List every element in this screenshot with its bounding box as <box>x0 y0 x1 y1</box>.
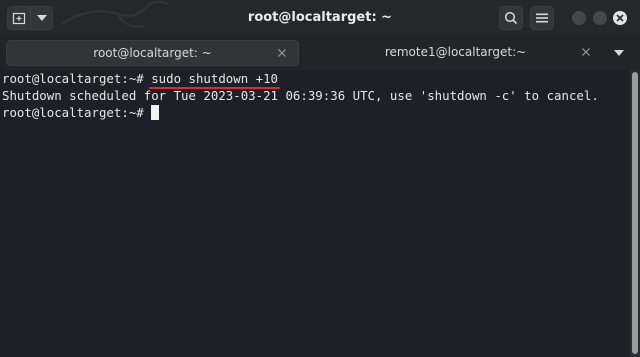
search-button[interactable] <box>499 6 523 30</box>
shell-prompt: root@localtarget:~# <box>2 105 152 120</box>
minimize-button[interactable] <box>572 11 586 25</box>
terminal-output[interactable]: root@localtarget:~# sudo shutdown +10 Sh… <box>0 70 630 357</box>
terminal-line: Shutdown scheduled for Tue 2023-03-21 06… <box>2 87 599 104</box>
tab-root-localtarget[interactable]: root@localtarget: ~ <box>6 40 299 66</box>
text-cursor <box>151 105 160 120</box>
terminal-line: root@localtarget:~# <box>2 104 160 121</box>
tabs-menu-chevron-icon[interactable] <box>614 49 624 57</box>
close-icon <box>616 14 624 22</box>
header-bar: root@localtarget: ~ <box>0 0 640 36</box>
terminal-line: root@localtarget:~# sudo shutdown +10 <box>2 70 281 89</box>
main-menu-button[interactable] <box>530 6 554 30</box>
tab-bar: root@localtarget: ~ remote1@localtarget:… <box>0 36 640 70</box>
tab-close-icon[interactable] <box>581 47 591 57</box>
highlighted-command: sudo shutdown +10 <box>149 70 281 89</box>
close-window-button[interactable] <box>613 11 627 25</box>
tab-label: root@localtarget: ~ <box>93 46 212 60</box>
search-icon <box>504 11 518 25</box>
command-output: Shutdown scheduled for Tue 2023-03-21 06… <box>2 88 599 103</box>
maximize-button[interactable] <box>593 11 607 25</box>
command-text: sudo shutdown +10 <box>151 71 279 86</box>
tab-label: remote1@localtarget:~ <box>384 45 527 59</box>
hamburger-menu-icon <box>536 13 548 23</box>
scrollbar-thumb[interactable] <box>632 72 638 354</box>
tab-remote1-localtarget[interactable]: remote1@localtarget:~ <box>304 40 607 66</box>
scrollbar[interactable] <box>630 70 640 357</box>
terminal-window: root@localtarget: ~ root@localtarget: ~ … <box>0 0 640 357</box>
tab-close-icon[interactable] <box>277 48 287 58</box>
shell-prompt: root@localtarget:~# <box>2 71 152 86</box>
